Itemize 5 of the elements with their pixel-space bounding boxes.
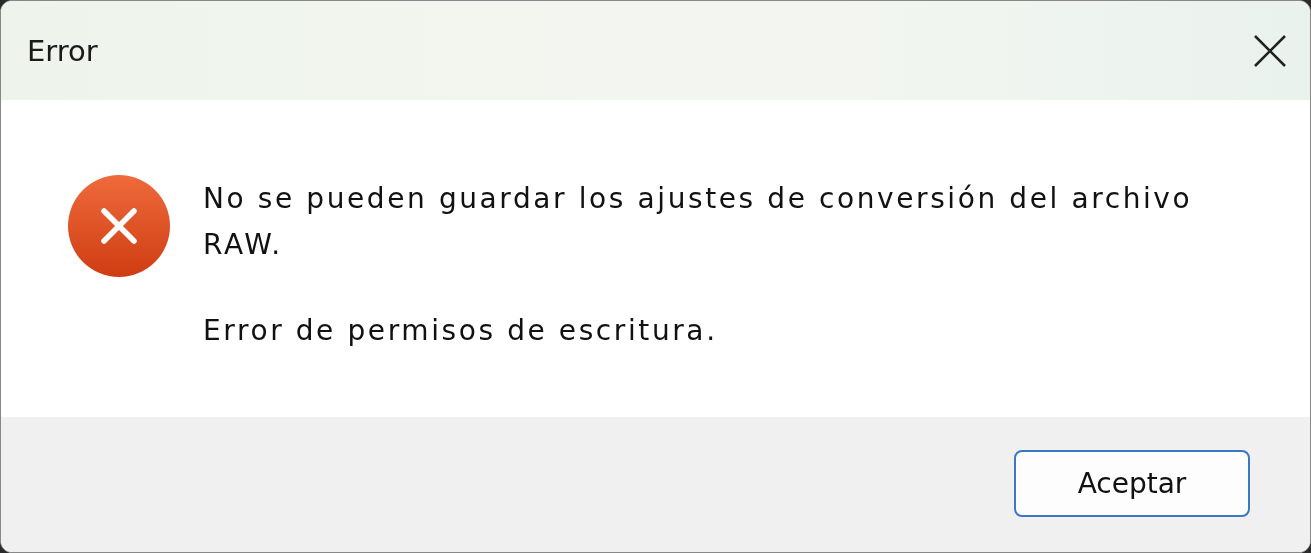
error-icon bbox=[67, 174, 171, 278]
message-text: No se pueden guardar los ajustes de conversión del archivo RAW. bbox=[203, 181, 1194, 263]
window-title: Error bbox=[27, 33, 98, 68]
message-text: Error de permisos de escritura. bbox=[203, 313, 719, 349]
ok-button[interactable]: Aceptar bbox=[1014, 450, 1250, 517]
